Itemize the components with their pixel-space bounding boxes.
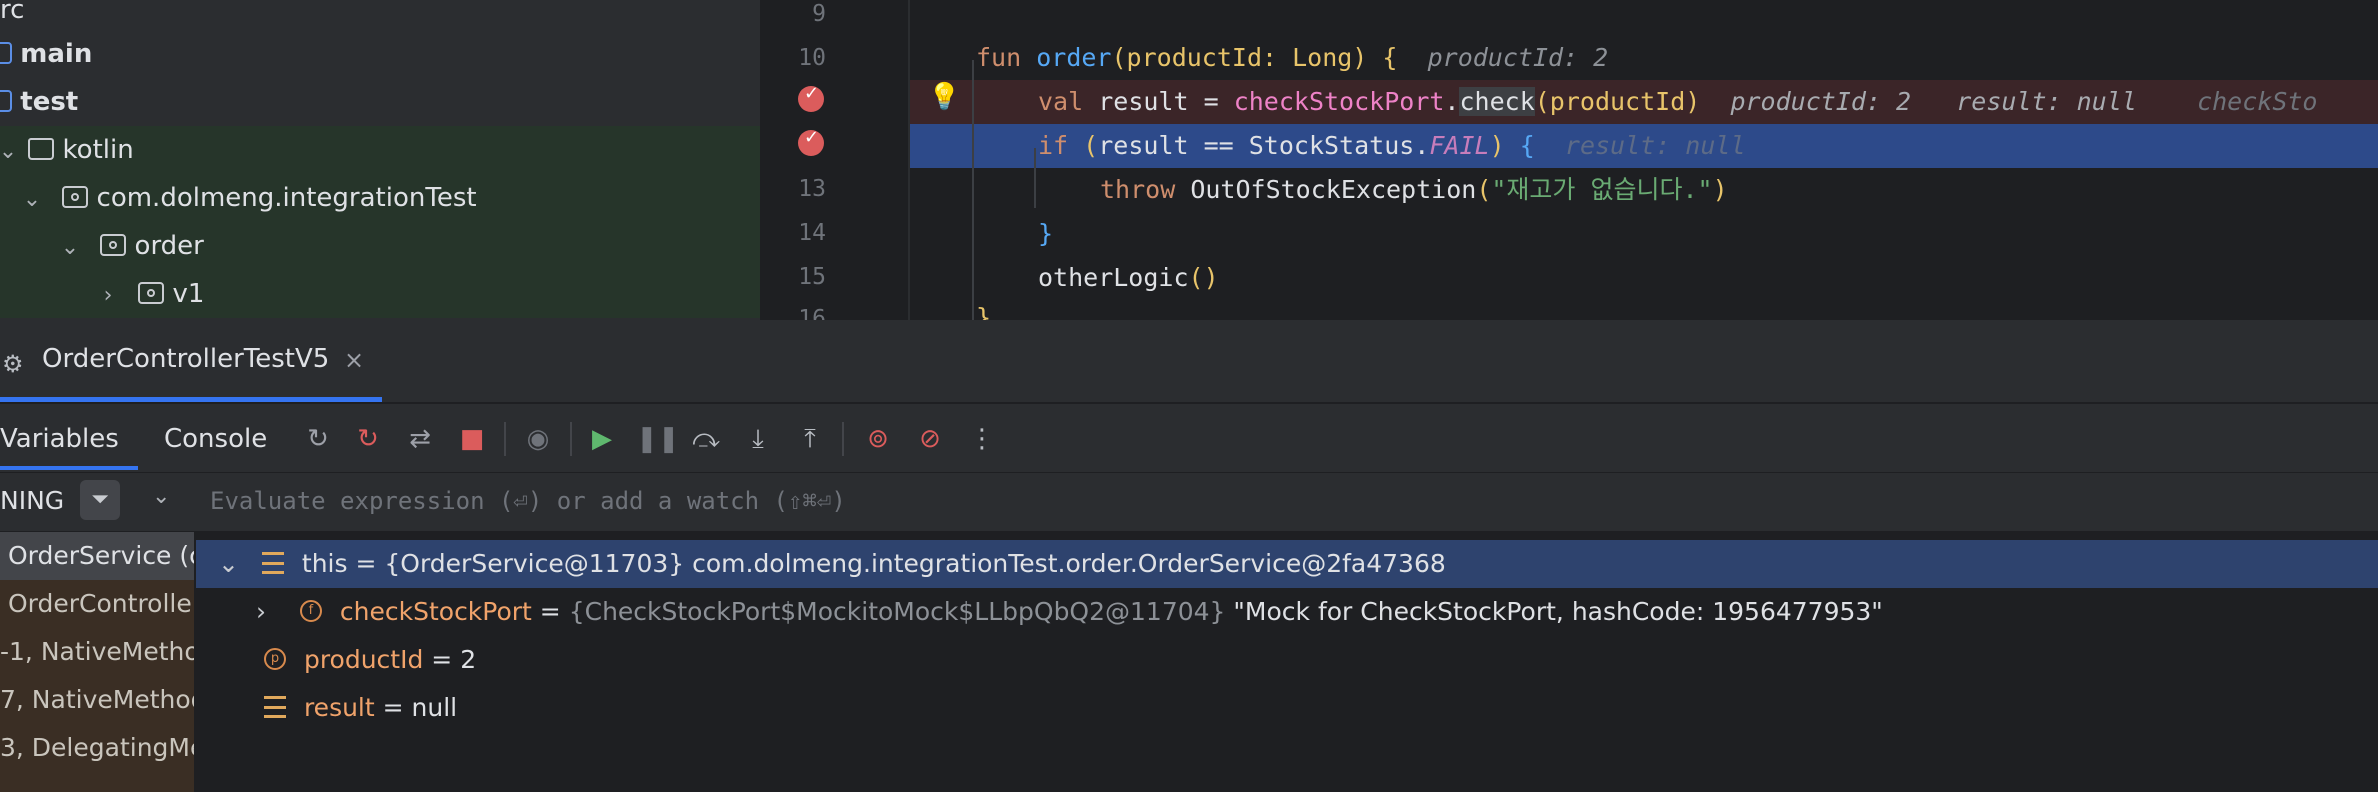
close-icon[interactable]: ×	[344, 346, 364, 374]
stop-icon[interactable]: ■	[454, 424, 490, 454]
lightbulb-icon[interactable]: 💡	[928, 82, 960, 112]
parameter-icon: p	[264, 648, 286, 670]
field-icon: f	[299, 600, 322, 622]
active-subtab-indicator	[0, 466, 138, 470]
rerun-failed-icon[interactable]: ↻	[350, 424, 386, 454]
line-number: 9	[812, 1, 826, 27]
restart-frame-icon[interactable]: ⇄	[402, 424, 438, 454]
debug-session-tab[interactable]: OrderControllerTestV5	[42, 344, 329, 374]
chevron-down-icon: ⌄	[0, 139, 18, 164]
tab-console[interactable]: Console	[164, 424, 267, 454]
tree-item-package-root[interactable]: ⌄ com.dolmeng.integrationTest	[0, 174, 760, 222]
object-icon	[261, 552, 284, 574]
project-tree: rc main test ⌄ kotlin ⌄ com.dolmeng.inte…	[0, 0, 760, 320]
frame-item[interactable]: -1, NativeMetho	[0, 628, 194, 676]
debug-run-icon: ⚙	[2, 350, 24, 378]
mute-breakpoints-icon[interactable]: ⊘	[912, 424, 948, 454]
variable-row-checkStockPort[interactable]: › f checkStockPort = {CheckStockPort$Moc…	[196, 588, 2378, 636]
variable-row-result[interactable]: result = null	[196, 684, 2378, 732]
filter-icon[interactable]: ⏷	[80, 480, 120, 520]
resume-icon[interactable]: ▶	[584, 424, 620, 454]
step-out-icon[interactable]: ⤒	[792, 424, 828, 455]
frames-list: OrderService (c OrderControlle -1, Nativ…	[0, 532, 194, 792]
view-breakpoints-icon[interactable]: ⊚	[860, 424, 896, 454]
toolbar-separator	[570, 422, 572, 456]
frame-item[interactable]: OrderService (c	[0, 532, 194, 580]
folder-icon	[28, 137, 55, 160]
chevron-right-icon[interactable]: ›	[256, 588, 282, 636]
more-options-icon[interactable]: ⋮	[964, 424, 1000, 454]
code-line-13: throw OutOfStockException("재고가 없습니다.")	[1100, 175, 1728, 204]
tree-item-src[interactable]: rc	[0, 0, 760, 34]
tree-item-order[interactable]: ⌄ order	[0, 222, 760, 270]
chevron-down-icon[interactable]: ⌄	[152, 484, 170, 509]
frame-item[interactable]: 3, DelegatingMe	[0, 724, 194, 772]
frame-item[interactable]: OrderControlle	[0, 580, 194, 628]
code-line-10: fun order(productId: Long) { productId: …	[976, 43, 1609, 72]
step-over-icon[interactable]: ⤼	[688, 424, 724, 455]
code-line-14: }	[1038, 219, 1054, 248]
breakpoint-icon[interactable]	[798, 127, 824, 156]
code-line-11: val result = checkStockPort.check(produc…	[910, 80, 2378, 124]
indent-guide	[1034, 148, 1036, 208]
toolbar-separator	[842, 422, 844, 456]
line-number: 15	[798, 264, 826, 290]
chevron-down-icon: ⌄	[60, 235, 80, 260]
variable-row-this[interactable]: ⌄ this = {OrderService@11703} com.dolmen…	[196, 540, 2378, 588]
chevron-down-icon: ⌄	[22, 187, 42, 212]
package-icon	[138, 281, 165, 304]
thread-filter-label: NING	[0, 486, 65, 515]
breakpoint-icon[interactable]	[798, 83, 824, 112]
code-line-12-current: if (result == StockStatus.FAIL) { result…	[910, 124, 2378, 168]
indent-guide	[972, 60, 974, 320]
package-icon	[100, 233, 127, 256]
line-number: 14	[798, 220, 826, 246]
tree-item-test[interactable]: test	[0, 78, 760, 126]
code-editor[interactable]: fun order(productId: Long) { productId: …	[910, 0, 2378, 320]
view-breakpoints-icon[interactable]: ◉	[520, 424, 556, 454]
code-line-15: otherLogic()	[1038, 263, 1219, 292]
toolbar-separator	[504, 422, 506, 456]
tree-item-kotlin[interactable]: ⌄ kotlin	[0, 126, 760, 174]
divider	[0, 402, 2378, 404]
pause-icon[interactable]: ❚❚	[636, 424, 680, 454]
object-icon	[264, 696, 286, 718]
tab-variables[interactable]: Variables	[0, 424, 119, 454]
tree-item-v1[interactable]: › v1	[0, 270, 760, 318]
chevron-right-icon: ›	[103, 283, 113, 308]
line-number: 10	[798, 45, 826, 71]
rerun-icon[interactable]: ↻	[300, 424, 336, 454]
frame-item[interactable]: 7, NativeMethod	[0, 676, 194, 724]
evaluate-expression-input[interactable]: Evaluate expression (⏎) or add a watch (…	[210, 487, 846, 515]
package-icon	[62, 185, 89, 208]
tree-item-main[interactable]: main	[0, 30, 760, 78]
inline-hint: productId: 2	[1427, 43, 1609, 72]
module-folder-icon	[0, 89, 12, 112]
step-into-icon[interactable]: ⤓	[740, 424, 776, 455]
module-folder-icon	[0, 41, 12, 64]
line-number: 13	[798, 176, 826, 202]
variable-row-productId[interactable]: p productId = 2	[196, 636, 2378, 684]
chevron-down-icon[interactable]: ⌄	[218, 540, 244, 588]
code-line-16: }	[976, 303, 992, 320]
